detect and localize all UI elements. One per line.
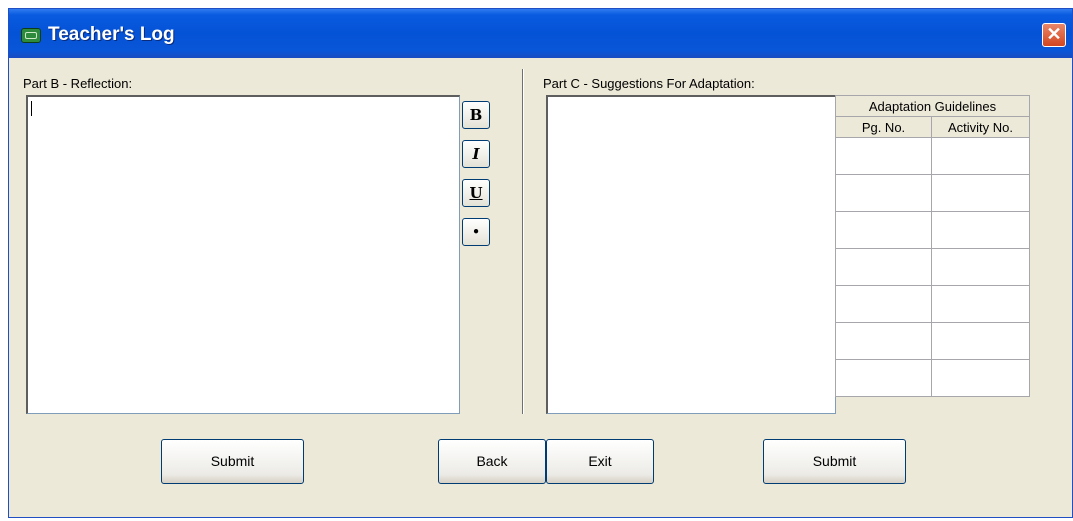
exit-button[interactable]: Exit: [546, 439, 654, 484]
pg-no-cell[interactable]: [835, 174, 932, 212]
activity-no-cell[interactable]: [931, 174, 1030, 212]
reflection-textarea[interactable]: [26, 95, 460, 414]
table-row[interactable]: [835, 322, 1030, 360]
underline-button[interactable]: U: [462, 179, 490, 207]
bullet-button[interactable]: •: [462, 218, 490, 246]
table-row[interactable]: [835, 137, 1030, 175]
pg-no-cell[interactable]: [835, 248, 932, 286]
pg-no-cell[interactable]: [835, 359, 932, 397]
close-button[interactable]: ✕: [1042, 23, 1066, 47]
table-row[interactable]: [835, 174, 1030, 212]
bold-button[interactable]: B: [462, 101, 490, 129]
table-row[interactable]: [835, 211, 1030, 249]
table-row[interactable]: [835, 359, 1030, 397]
part-b-label: Part B - Reflection:: [23, 76, 133, 91]
back-button[interactable]: Back: [438, 439, 546, 484]
activity-no-cell[interactable]: [931, 137, 1030, 175]
submit-adaptation-button[interactable]: Submit: [763, 439, 906, 484]
column-header-pg-no: Pg. No.: [835, 116, 932, 138]
window-title: Teacher's Log: [48, 24, 175, 45]
adaptation-textarea[interactable]: [546, 95, 836, 414]
activity-no-cell[interactable]: [931, 359, 1030, 397]
part-c-label: Part C - Suggestions For Adaptation:: [543, 76, 755, 91]
italic-button[interactable]: I: [462, 140, 490, 168]
adaptation-guidelines-grid[interactable]: Adaptation Guidelines Pg. No. Activity N…: [835, 95, 1030, 397]
activity-no-cell[interactable]: [931, 211, 1030, 249]
title-bar[interactable]: Teacher's Log ✕: [9, 9, 1072, 58]
submit-reflection-button[interactable]: Submit: [161, 439, 304, 484]
teachers-log-window: Teacher's Log ✕ Part B - Reflection: B I…: [8, 8, 1073, 518]
text-caret: [31, 101, 32, 116]
column-header-activity-no: Activity No.: [931, 116, 1030, 138]
app-icon: [21, 28, 41, 43]
activity-no-cell[interactable]: [931, 322, 1030, 360]
activity-no-cell[interactable]: [931, 248, 1030, 286]
grid-title: Adaptation Guidelines: [835, 95, 1030, 117]
pg-no-cell[interactable]: [835, 137, 932, 175]
table-row[interactable]: [835, 248, 1030, 286]
table-row[interactable]: [835, 285, 1030, 323]
pg-no-cell[interactable]: [835, 211, 932, 249]
activity-no-cell[interactable]: [931, 285, 1030, 323]
section-divider: [522, 69, 524, 414]
pg-no-cell[interactable]: [835, 285, 932, 323]
pg-no-cell[interactable]: [835, 322, 932, 360]
